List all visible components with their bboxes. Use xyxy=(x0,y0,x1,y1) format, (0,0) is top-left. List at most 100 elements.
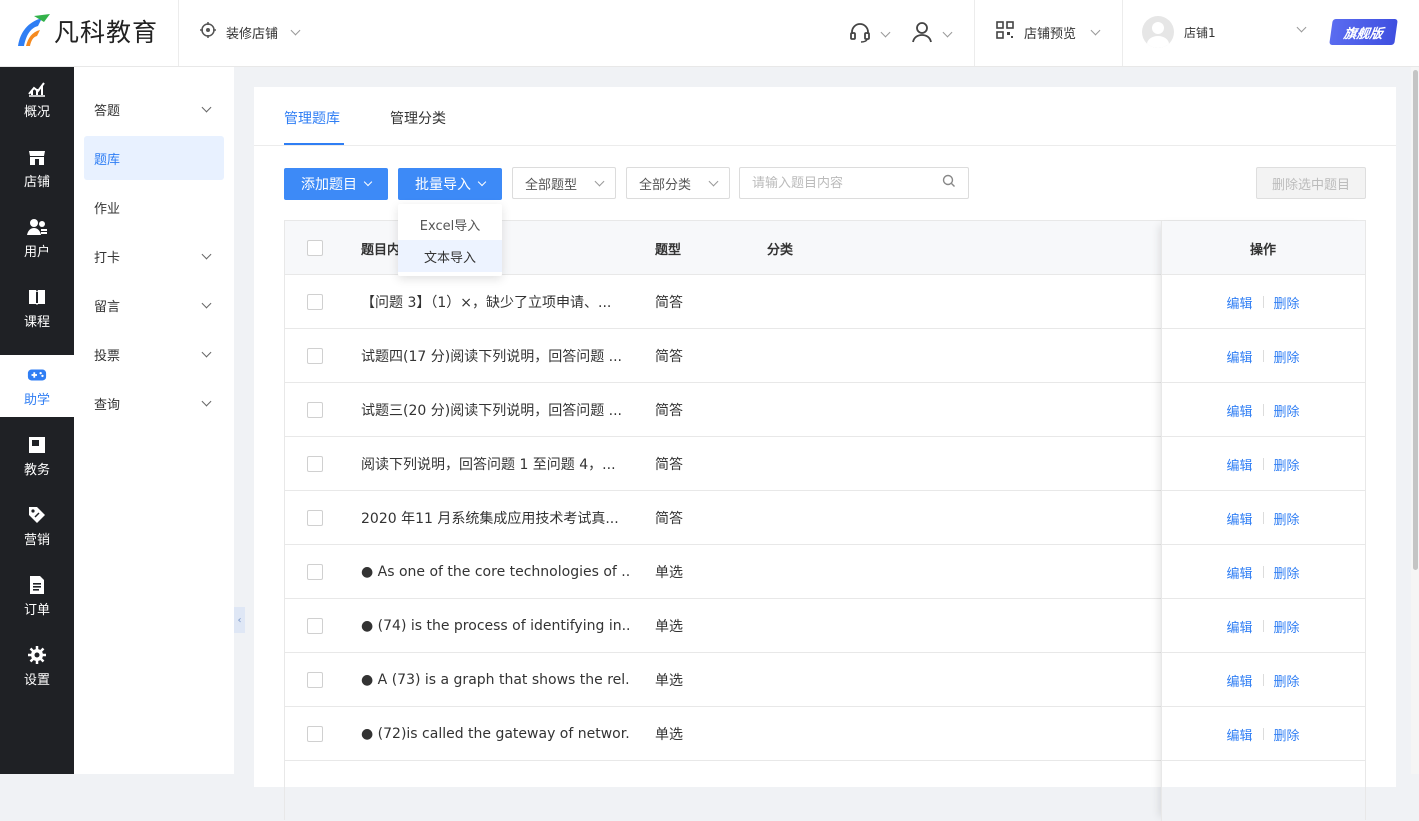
edit-link[interactable]: 编辑 xyxy=(1226,671,1252,690)
submenu-item-quiz[interactable]: 答题 xyxy=(84,87,224,131)
submenu-item-query[interactable]: 查询 xyxy=(84,381,224,425)
delete-link[interactable]: 删除 xyxy=(1274,563,1300,582)
batch-import-button[interactable]: 批量导入 xyxy=(398,168,502,200)
book-icon xyxy=(27,287,47,307)
account-button[interactable] xyxy=(910,20,953,48)
sidebar-item-overview[interactable]: 概况 xyxy=(0,67,74,129)
shop-switcher[interactable]: 店铺1 xyxy=(1142,16,1216,48)
chevron-down-icon xyxy=(201,347,212,357)
row-checkbox-cell xyxy=(307,383,323,437)
submenu-label: 作业 xyxy=(94,201,121,217)
category-select[interactable]: 全部分类 xyxy=(626,167,730,199)
submenu-item-checkin[interactable]: 打卡 xyxy=(84,234,224,278)
sidebar-item-store[interactable]: 店铺 xyxy=(0,137,74,199)
delete-link[interactable]: 删除 xyxy=(1274,293,1300,312)
divider xyxy=(1262,350,1264,362)
brand-logo[interactable]: 凡科教育 xyxy=(14,12,158,50)
row-checkbox[interactable] xyxy=(307,402,323,418)
collapse-submenu-button[interactable]: ‹ xyxy=(234,607,245,633)
row-checkbox[interactable] xyxy=(307,618,323,634)
menu-item-text-import[interactable]: 文本导入 xyxy=(398,240,502,272)
preview-label: 店铺预览 xyxy=(1024,26,1077,42)
decorate-label: 装修店铺 xyxy=(226,26,279,42)
avatar xyxy=(1142,16,1174,48)
chevron-down-icon xyxy=(477,177,487,187)
delete-link[interactable]: 删除 xyxy=(1274,725,1300,744)
row-checkbox-cell xyxy=(307,491,323,545)
delete-link[interactable]: 删除 xyxy=(1274,401,1300,420)
batch-import-label: 批量导入 xyxy=(415,177,471,193)
sidebar-item-marketing[interactable]: 营销 xyxy=(0,495,74,557)
document-icon xyxy=(27,575,47,595)
table-row: 2020 年11 月系统集成应用技术考试真... 简答 编辑 删除 xyxy=(285,491,1365,545)
submenu-label: 答题 xyxy=(94,103,121,119)
add-question-button[interactable]: 添加题目 xyxy=(284,168,388,200)
sidebar-item-label: 助学 xyxy=(23,392,50,408)
edit-link[interactable]: 编辑 xyxy=(1226,293,1252,312)
question-content: ● A (73) is a graph that shows the rel..… xyxy=(361,672,631,688)
sidebar-item-orders[interactable]: 订单 xyxy=(0,565,74,627)
sidebar-item-settings[interactable]: 设置 xyxy=(0,635,74,697)
submenu-label: 查询 xyxy=(94,397,121,413)
row-checkbox[interactable] xyxy=(307,294,323,310)
row-checkbox[interactable] xyxy=(307,348,323,364)
chart-icon xyxy=(27,77,47,97)
row-checkbox-cell xyxy=(307,707,323,761)
question-type-select[interactable]: 全部题型 xyxy=(512,167,616,199)
tab-manage-category[interactable]: 管理分类 xyxy=(390,108,446,128)
submenu-item-messages[interactable]: 留言 xyxy=(84,283,224,327)
delete-link[interactable]: 删除 xyxy=(1274,455,1300,474)
chevron-down-icon[interactable] xyxy=(1296,22,1307,33)
delete-link[interactable]: 删除 xyxy=(1274,671,1300,690)
edit-link[interactable]: 编辑 xyxy=(1226,401,1252,420)
sidebar-item-users[interactable]: 用户 xyxy=(0,207,74,269)
edit-link[interactable]: 编辑 xyxy=(1226,455,1252,474)
shop-name: 店铺1 xyxy=(1184,25,1216,40)
tab-manage-bank[interactable]: 管理题库 xyxy=(284,108,340,128)
delete-link[interactable]: 删除 xyxy=(1274,509,1300,528)
row-checkbox[interactable] xyxy=(307,672,323,688)
table-row: 试题四(17 分)阅读下列说明，回答问题 ... 简答 编辑 删除 xyxy=(285,329,1365,383)
edit-link[interactable]: 编辑 xyxy=(1226,347,1252,366)
scrollbar-thumb[interactable] xyxy=(1413,70,1418,570)
sidebar-item-courses[interactable]: 课程 xyxy=(0,277,74,339)
row-checkbox[interactable] xyxy=(307,564,323,580)
question-type: 简答 xyxy=(655,349,683,365)
row-checkbox-cell xyxy=(307,653,323,707)
users-icon xyxy=(27,217,47,237)
row-checkbox[interactable] xyxy=(307,726,323,742)
edit-link[interactable]: 编辑 xyxy=(1226,509,1252,528)
row-checkbox-cell xyxy=(307,599,323,653)
delete-link[interactable]: 删除 xyxy=(1274,617,1300,636)
qr-code-icon xyxy=(996,21,1014,43)
select-all-checkbox[interactable] xyxy=(307,240,323,256)
chevron-down-icon xyxy=(201,249,212,259)
delete-selected-button[interactable]: 删除选中题目 xyxy=(1256,167,1366,199)
question-content: ● (72)is called the gateway of networ... xyxy=(361,726,631,742)
edit-link[interactable]: 编辑 xyxy=(1226,617,1252,636)
submenu-item-question-bank[interactable]: 题库 xyxy=(84,136,224,180)
delete-link[interactable]: 删除 xyxy=(1274,347,1300,366)
divider xyxy=(974,0,975,66)
menu-item-excel-import[interactable]: Excel导入 xyxy=(398,208,502,240)
submenu-item-homework[interactable]: 作业 xyxy=(84,185,224,229)
row-checkbox[interactable] xyxy=(307,456,323,472)
submenu-item-vote[interactable]: 投票 xyxy=(84,332,224,376)
sidebar-item-academic[interactable]: 教务 xyxy=(0,425,74,487)
row-checkbox[interactable] xyxy=(307,510,323,526)
row-actions: 编辑 删除 xyxy=(1161,383,1365,437)
chevron-down-icon xyxy=(942,27,953,37)
decorate-store-button[interactable]: 装修店铺 xyxy=(198,20,301,44)
support-button[interactable] xyxy=(848,20,891,48)
row-actions: 编辑 删除 xyxy=(1161,275,1365,329)
sidebar-item-label: 教务 xyxy=(23,462,50,478)
chevron-down-icon xyxy=(1090,25,1101,35)
search-input[interactable] xyxy=(752,175,932,191)
chevron-down-icon xyxy=(594,176,605,186)
store-preview-button[interactable]: 店铺预览 xyxy=(996,21,1101,43)
edit-link[interactable]: 编辑 xyxy=(1226,725,1252,744)
search-icon[interactable] xyxy=(942,174,956,192)
edit-link[interactable]: 编辑 xyxy=(1226,563,1252,582)
sidebar-item-study-aid[interactable]: 助学 xyxy=(0,355,74,417)
chevron-down-icon xyxy=(880,27,891,37)
